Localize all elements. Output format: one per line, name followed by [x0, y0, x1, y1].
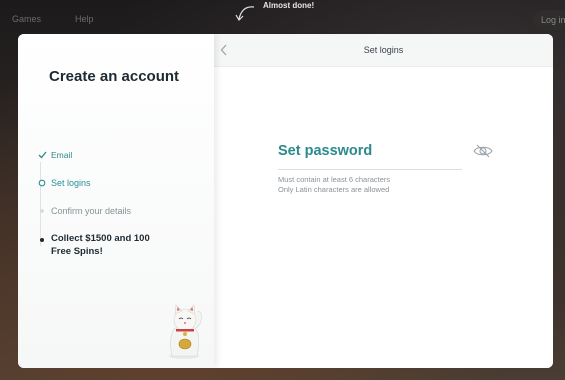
progress-panel: Create an account Email Set logins Confi…: [18, 34, 214, 368]
progress-line: [40, 162, 41, 246]
nav-games[interactable]: Games: [12, 14, 41, 24]
ring-icon: [38, 179, 46, 187]
password-hint-length: Must contain at least 6 characters: [278, 175, 391, 184]
almost-done-text: Almost done!: [263, 1, 315, 10]
curved-arrow-icon: [235, 6, 255, 21]
form-header-title: Set logins: [363, 45, 404, 55]
lucky-cat-icon: [169, 304, 202, 359]
dot-icon: [40, 209, 44, 213]
nav-help[interactable]: Help: [75, 14, 94, 24]
show-password-icon[interactable]: [473, 144, 493, 158]
top-nav: Games Help: [12, 14, 94, 24]
step-label: Collect $1500 and 100 Free Spins!: [51, 233, 150, 257]
dot-icon: [40, 238, 44, 242]
check-icon: [38, 151, 47, 159]
step-label: Confirm your details: [51, 206, 132, 216]
page-title: Create an account: [49, 68, 180, 85]
password-input[interactable]: [278, 138, 462, 170]
form-panel: Set logins Set password Must contain at …: [214, 34, 553, 368]
step-label: Email: [51, 150, 73, 160]
form-header: Set logins: [214, 34, 553, 67]
password-hint-charset: Only Latin characters are allowed: [278, 185, 390, 194]
step-label: Set logins: [51, 178, 91, 188]
signup-modal: Create an account Email Set logins Confi…: [18, 34, 553, 368]
login-button[interactable]: Log in: [533, 10, 565, 30]
